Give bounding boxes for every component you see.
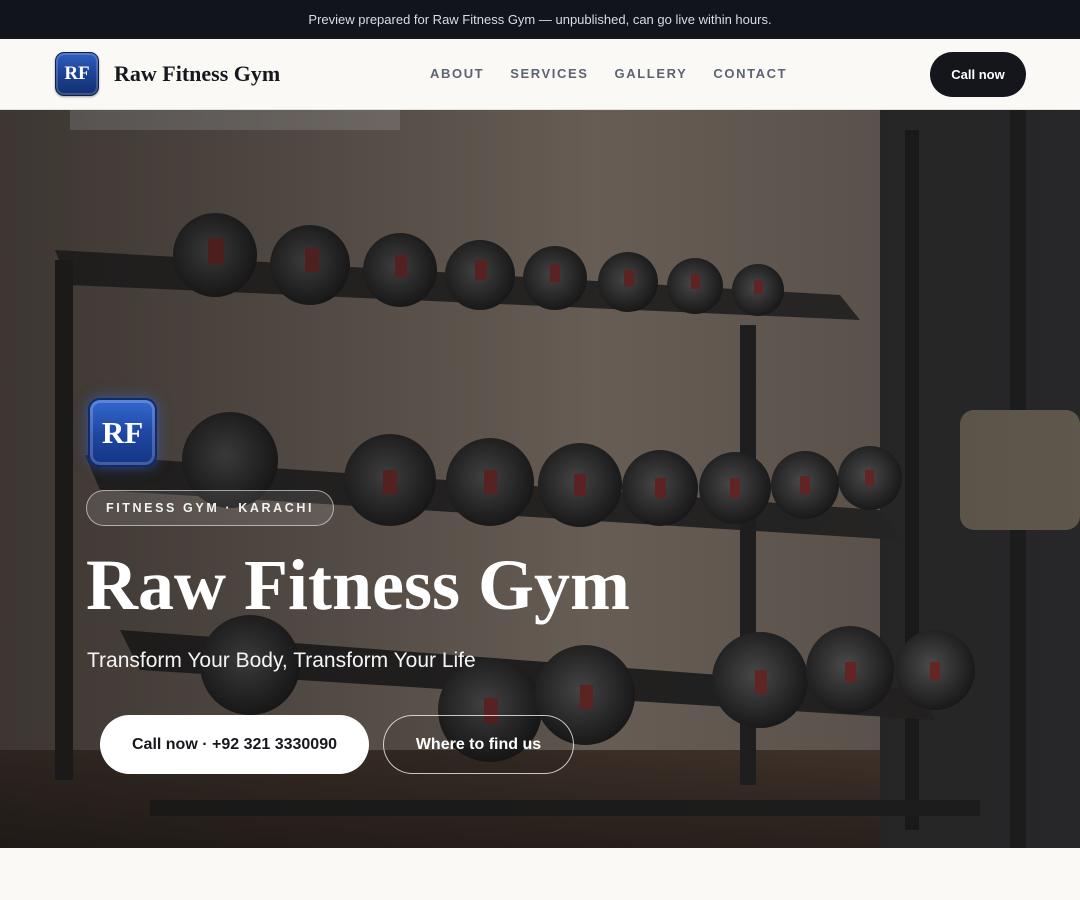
hero-logo-initials: RF: [101, 414, 144, 450]
find-us-button[interactable]: Where to find us: [383, 715, 574, 774]
hero-call-button[interactable]: Call now · +92 321 3330090: [100, 715, 369, 774]
nav-link-contact[interactable]: CONTACT: [713, 66, 787, 81]
main-nav: ABOUT SERVICES GALLERY CONTACT: [430, 66, 787, 81]
nav-link-about[interactable]: ABOUT: [430, 66, 484, 81]
hero-category-text: FITNESS GYM · KARACHI: [106, 501, 315, 515]
nav-link-services[interactable]: SERVICES: [510, 66, 588, 81]
preview-banner: Preview prepared for Raw Fitness Gym — u…: [0, 0, 1080, 39]
call-now-button[interactable]: Call now: [930, 52, 1026, 97]
logo-badge[interactable]: RF: [55, 52, 99, 96]
call-now-label: Call now: [951, 67, 1005, 82]
site-header: RF Raw Fitness Gym ABOUT SERVICES GALLER…: [0, 39, 1080, 110]
brand-name[interactable]: Raw Fitness Gym: [114, 61, 280, 87]
find-us-label: Where to find us: [415, 735, 542, 753]
hero-section: RF FITNESS GYM · KARACHI Raw Fitness Gym…: [0, 110, 1080, 848]
hero-title: Raw Fitness Gym: [86, 545, 630, 625]
hero-call-label: Call now · +92 321 3330090: [131, 735, 337, 753]
nav-link-gallery[interactable]: GALLERY: [615, 66, 688, 81]
hero-subtitle: Transform Your Body, Transform Your Life: [87, 649, 476, 672]
logo-initials: RF: [64, 63, 90, 84]
hero-logo-badge: RF: [88, 398, 157, 467]
hero-category-tag: FITNESS GYM · KARACHI: [86, 490, 335, 526]
preview-banner-text: Preview prepared for Raw Fitness Gym — u…: [308, 12, 772, 27]
